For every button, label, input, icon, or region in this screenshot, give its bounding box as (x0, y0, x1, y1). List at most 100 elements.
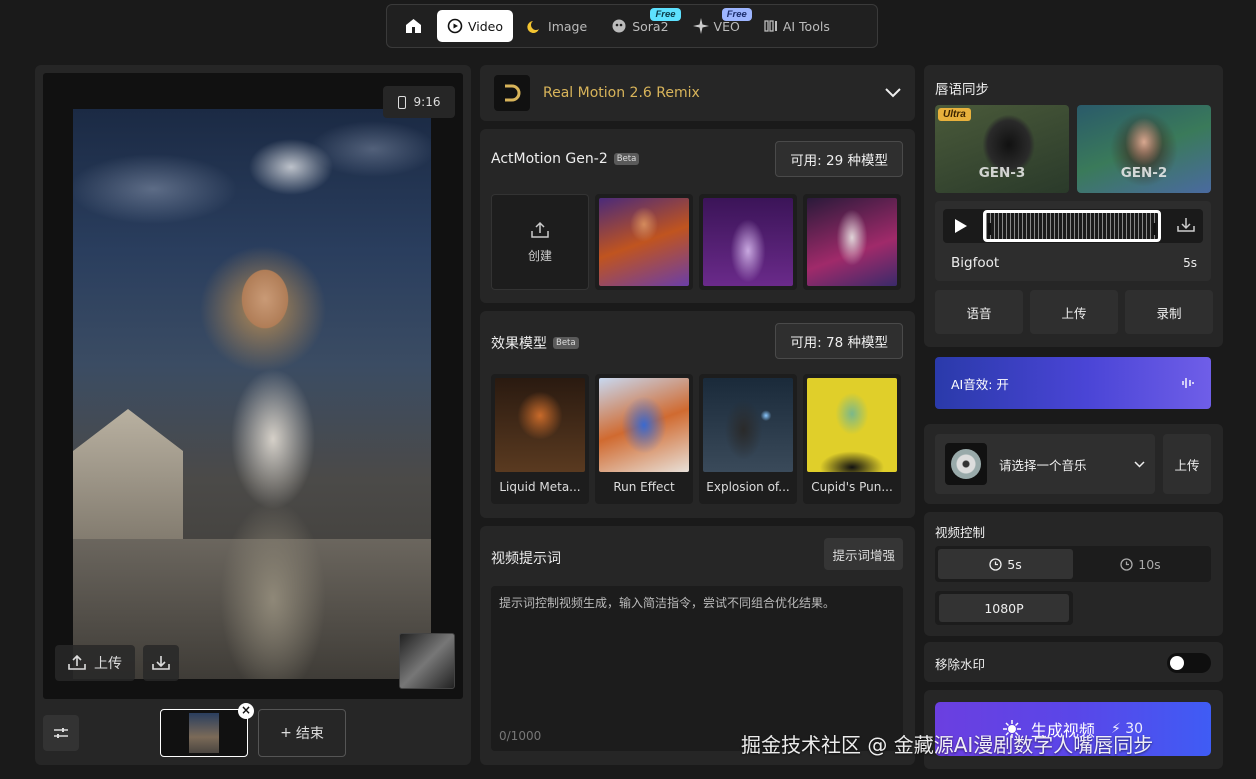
resolution-selector[interactable]: 1080P (935, 591, 1073, 625)
remove-watermark-toggle[interactable] (1167, 653, 1211, 673)
music-upload-button[interactable]: 上传 (1163, 434, 1211, 494)
effect-card[interactable]: Explosion of... (699, 374, 797, 504)
free-badge: Free (721, 8, 752, 21)
model-name: Real Motion 2.6 Remix (543, 85, 700, 101)
effect-card[interactable]: Liquid Meta... (491, 374, 589, 504)
sparkle-icon (692, 18, 709, 34)
audio-name: Bigfoot (951, 255, 1000, 271)
audio-player: Bigfoot 5s (935, 201, 1211, 281)
start-frame-image (189, 713, 219, 753)
video-control-title: 视频控制 (935, 525, 986, 540)
effect-label: Liquid Meta... (499, 480, 581, 494)
audio-upload-button[interactable]: 上传 (1030, 290, 1118, 334)
figure-shape (183, 239, 353, 679)
toggle-knob (1170, 656, 1184, 670)
remove-watermark-label: 移除水印 (935, 657, 986, 672)
duration-10s-label: 10s (1138, 556, 1161, 572)
beta-badge: Beta (613, 153, 640, 165)
play-icon[interactable] (955, 219, 967, 233)
tab-veo[interactable]: VEO Free (683, 8, 752, 42)
effect-card-image (495, 378, 585, 472)
ai-sfx-label: AI音效: 开 (951, 376, 1009, 392)
sound-wave-icon (1182, 378, 1194, 388)
settings-button[interactable] (43, 715, 79, 751)
upload-button[interactable]: 上传 (55, 645, 135, 681)
trim-handle-right[interactable] (1153, 223, 1156, 235)
upload-icon (531, 221, 549, 238)
chevron-down-icon (1134, 460, 1145, 468)
upload-icon (68, 655, 86, 670)
effects-cards: Liquid Meta... Run Effect Explosion of..… (491, 374, 901, 504)
actmotion-card[interactable] (595, 194, 693, 290)
disc-icon (945, 443, 987, 485)
duration-5s[interactable]: 5s (938, 549, 1073, 579)
duration-selector: 5s 10s (935, 546, 1211, 582)
actmotion-card-image (599, 198, 689, 286)
prompt-placeholder: 提示词控制视频生成，输入简洁指令，尝试不同组合优化结果。 (499, 596, 836, 610)
duration-10s[interactable]: 10s (1073, 549, 1208, 579)
actmotion-available-button[interactable]: 可用: 29 种模型 (775, 141, 903, 177)
voice-button[interactable]: 语音 (935, 290, 1023, 334)
record-button[interactable]: 录制 (1125, 290, 1213, 334)
chevron-down-icon (885, 88, 901, 98)
actmotion-title: ActMotion Gen-2 Beta (491, 151, 640, 167)
ultra-badge: Ultra (938, 108, 971, 121)
music-placeholder: 请选择一个音乐 (999, 457, 1087, 473)
effect-card-image (599, 378, 689, 472)
end-frame-button[interactable]: + 结束 (258, 709, 346, 757)
phone-icon (397, 95, 406, 109)
sora-icon (612, 19, 626, 33)
video-icon (447, 18, 463, 34)
gen3-model-card[interactable]: Ultra GEN-3 (935, 105, 1069, 193)
actmotion-card[interactable] (699, 194, 797, 290)
tab-video-label: Video (468, 18, 504, 34)
model-select[interactable]: Real Motion 2.6 Remix (480, 65, 915, 121)
home-icon (405, 19, 421, 33)
model-logo-icon (494, 75, 530, 111)
home-button[interactable] (393, 10, 433, 42)
prompt-enhance-button[interactable]: 提示词增强 (824, 538, 903, 570)
close-icon[interactable]: × (238, 703, 254, 719)
effect-card[interactable]: Cupid's Pun... (803, 374, 901, 504)
create-label: 创建 (527, 248, 552, 263)
tab-sora2[interactable]: Sora2 Free (601, 8, 681, 42)
reference-thumbnail[interactable] (399, 633, 455, 689)
tab-video[interactable]: Video (437, 10, 514, 42)
aspect-ratio-button[interactable]: 9:16 (383, 86, 455, 118)
actmotion-section: ActMotion Gen-2 Beta 可用: 29 种模型 创建 (480, 129, 915, 303)
tab-image[interactable]: Image (517, 10, 597, 42)
audio-duration: 5s (1183, 256, 1197, 270)
audio-waveform-bar (943, 209, 1203, 243)
effect-label: Run Effect (613, 480, 675, 494)
tab-ai-tools[interactable]: AI Tools (754, 10, 840, 42)
create-card[interactable]: 创建 (491, 194, 589, 290)
prompt-input[interactable]: 提示词控制视频生成，输入简洁指令，尝试不同组合优化结果。 0/1000 (491, 586, 903, 751)
music-select[interactable]: 请选择一个音乐 (935, 434, 1155, 494)
lipsync-section: 唇语同步 Ultra GEN-3 GEN-2 Bigfoot 5s 语音 上传 … (924, 65, 1223, 347)
clock-icon (1120, 557, 1133, 571)
top-nav: Video Image Sora2 Free VEO Free AI Tools (386, 4, 878, 48)
tools-icon (764, 20, 777, 32)
gen2-model-card[interactable]: GEN-2 (1077, 105, 1211, 193)
effect-label: Cupid's Pun... (811, 480, 893, 494)
duration-5s-label: 5s (1007, 556, 1022, 572)
effect-card[interactable]: Run Effect (595, 374, 693, 504)
audio-source-buttons: 语音 上传 录制 (935, 290, 1213, 334)
download-icon[interactable] (1177, 217, 1195, 233)
resolution-1080p: 1080P (939, 594, 1069, 622)
preview-panel: 9:16 上传 × + 结束 (35, 65, 471, 765)
audio-trim-range[interactable] (983, 210, 1161, 242)
plus-icon: + (280, 725, 292, 741)
trim-handle-left[interactable] (988, 223, 991, 235)
site-watermark: 掘金技术社区 @ 金藏源AI漫剧数字人嘴唇同步 (741, 733, 1154, 757)
upload-label: 上传 (94, 656, 122, 672)
ai-sfx-toggle[interactable]: AI音效: 开 (935, 357, 1211, 409)
sliders-icon (54, 728, 68, 738)
effect-label: Explosion of... (706, 480, 790, 494)
start-frame-thumbnail[interactable]: × (160, 703, 254, 757)
effects-available-button[interactable]: 可用: 78 种模型 (775, 323, 903, 359)
end-frame-label: 结束 (295, 726, 324, 742)
download-button[interactable] (143, 645, 179, 681)
actmotion-card[interactable] (803, 194, 901, 290)
beta-badge: Beta (553, 337, 579, 349)
